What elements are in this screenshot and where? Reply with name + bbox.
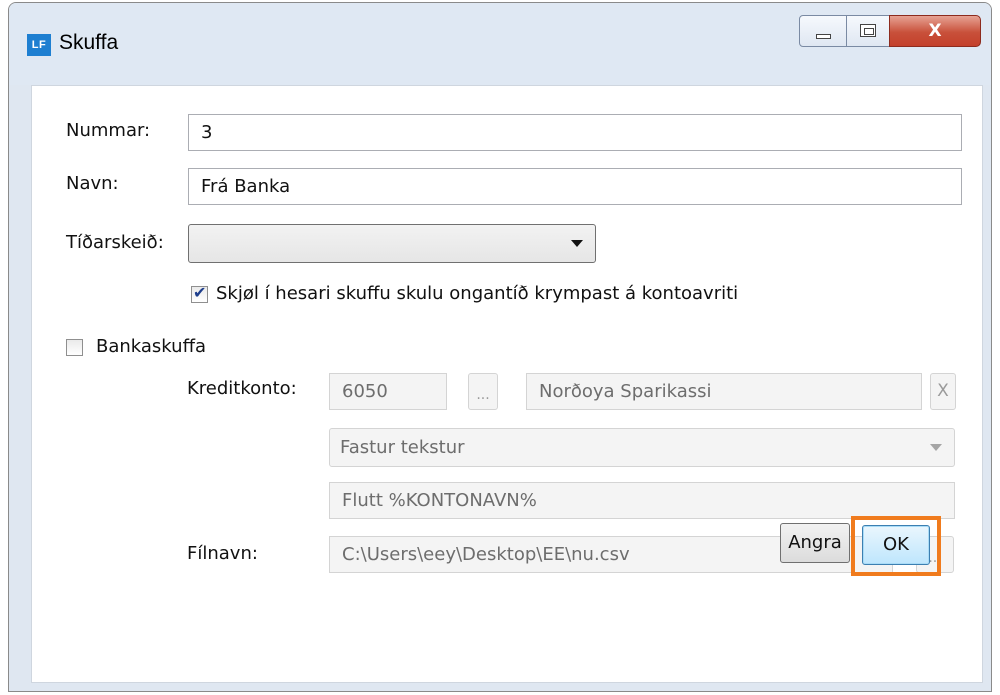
never-shrink-checkbox[interactable]: ✔ [191, 283, 208, 303]
content-panel: Nummar: 3 Navn: Frá Banka Tíðarskeið: ✔ … [31, 85, 983, 683]
window-title: Skuffa [59, 31, 119, 54]
window-controls: X [799, 15, 981, 49]
minimize-button[interactable] [799, 15, 847, 47]
number-label: Nummar: [66, 120, 151, 141]
clear-account-button[interactable]: X [930, 373, 956, 410]
maximize-icon [860, 24, 876, 37]
close-icon: X [928, 21, 942, 41]
period-label: Tíðarskeið: [66, 232, 164, 253]
close-button[interactable]: X [889, 15, 981, 47]
filename-label: Fílnavn: [187, 543, 258, 564]
credit-account-name-field[interactable]: Norðoya Sparikassi [526, 373, 922, 410]
credit-account-number-field[interactable]: 6050 [329, 373, 447, 410]
chevron-down-icon [930, 444, 942, 451]
transfer-text-field[interactable]: Flutt %KONTONAVN% [329, 482, 955, 519]
name-label: Navn: [66, 173, 119, 194]
app-logo-icon: LF [27, 34, 51, 56]
credit-account-label: Kreditkonto: [187, 378, 297, 399]
bank-drawer-label: Bankaskuffa [96, 336, 207, 357]
maximize-button[interactable] [846, 15, 890, 47]
close-icon: X [937, 381, 949, 401]
number-field[interactable]: 3 [188, 114, 962, 151]
text-type-dropdown-value: Fastur tekstur [340, 437, 465, 458]
never-shrink-label: Skjøl í hesari skuffu skulu ongantíð kry… [216, 283, 739, 304]
name-field[interactable]: Frá Banka [188, 168, 962, 205]
checkmark-icon: ✔ [193, 283, 207, 302]
bank-drawer-checkbox[interactable] [66, 339, 83, 356]
chevron-down-icon [571, 240, 583, 247]
period-dropdown[interactable] [188, 224, 596, 263]
dialog-window: LF Skuffa X Nummar: 3 Navn: Frá Banka Tí… [8, 2, 992, 692]
cancel-button[interactable]: Angra [780, 523, 850, 563]
text-type-dropdown[interactable]: Fastur tekstur [329, 428, 955, 467]
ok-button[interactable]: OK [862, 525, 930, 565]
credit-account-browse-button[interactable]: ... [468, 373, 498, 410]
minimize-icon [816, 34, 831, 39]
title-bar[interactable]: LF Skuffa X [9, 3, 991, 85]
